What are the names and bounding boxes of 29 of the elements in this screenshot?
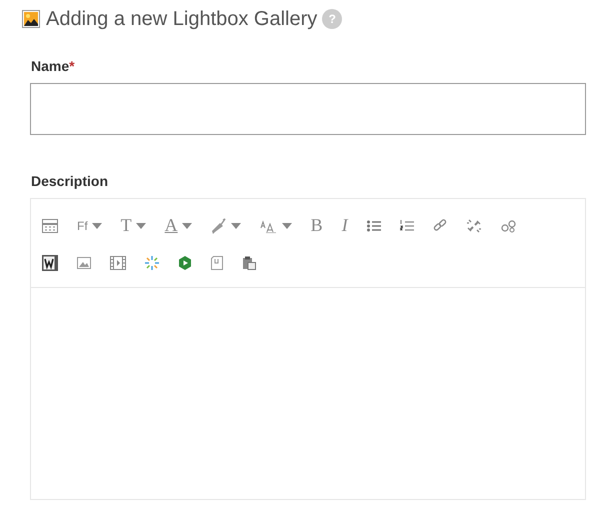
link-icon xyxy=(432,218,447,232)
picture-icon xyxy=(22,10,40,28)
word-icon xyxy=(42,254,58,270)
brush-icon xyxy=(210,218,227,234)
toolbar-button[interactable]: A xyxy=(158,212,199,238)
field-label: Description xyxy=(31,173,108,189)
required-mark: * xyxy=(69,58,75,74)
caret-icon xyxy=(182,222,192,228)
name-field[interactable] xyxy=(30,83,586,135)
caret-icon xyxy=(230,222,241,228)
page-title: Adding a new Lightbox Gallery xyxy=(46,8,318,30)
caret-icon xyxy=(282,222,292,228)
media-icon xyxy=(178,256,192,270)
keyboard-icon xyxy=(42,218,58,232)
toolbar-button[interactable]: I xyxy=(334,212,355,238)
toolbar-button[interactable]: T xyxy=(114,212,153,238)
sparkle-icon xyxy=(145,256,159,270)
bullet-list-icon xyxy=(366,220,381,232)
document-icon xyxy=(211,256,223,270)
field-label: Name xyxy=(31,58,70,74)
image-icon xyxy=(77,256,91,268)
text-editor[interactable]: Ff T A B I xyxy=(30,198,586,500)
paste-icon xyxy=(242,256,256,270)
toolbar-button[interactable]: B xyxy=(304,212,330,238)
caret-icon xyxy=(92,222,102,228)
caret-icon xyxy=(136,222,146,228)
numbered-list-icon xyxy=(400,220,414,232)
film-icon xyxy=(110,256,126,270)
toolbar-button[interactable]: Ff xyxy=(70,212,109,238)
